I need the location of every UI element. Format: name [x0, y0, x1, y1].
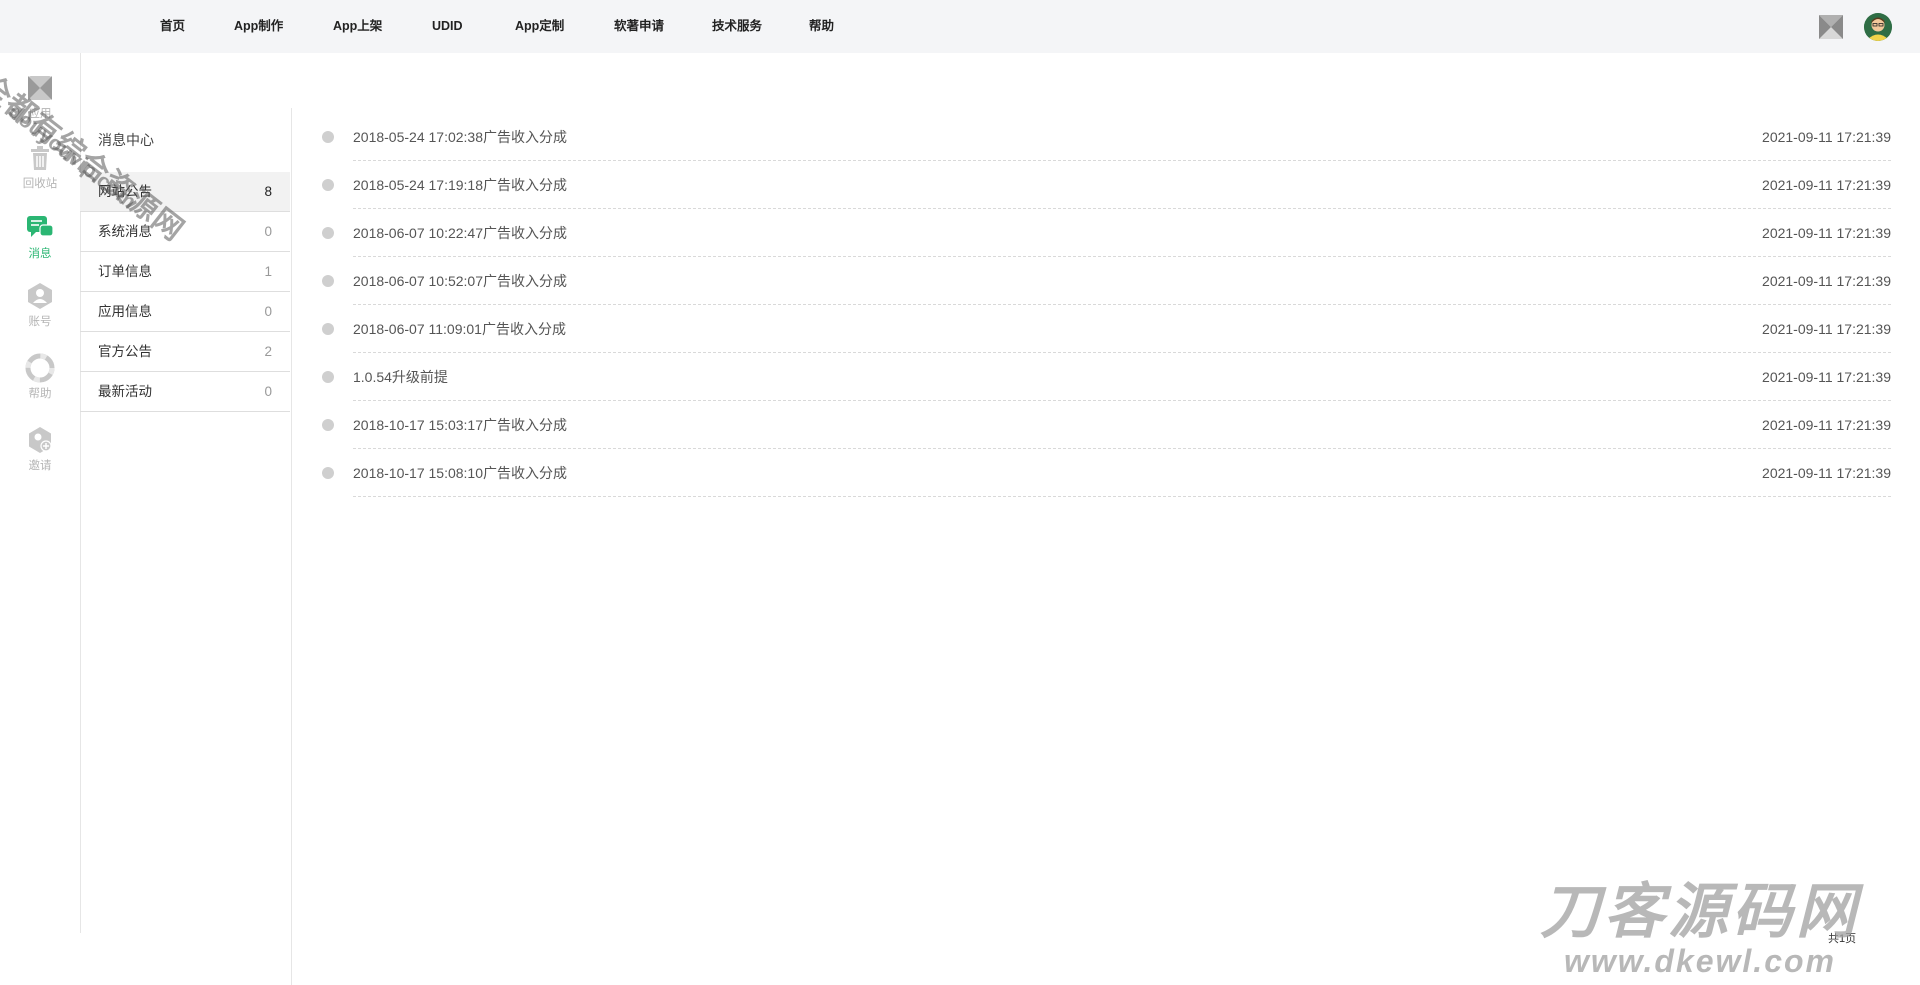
message-title: 2018-06-07 10:52:07广告收入分成 — [353, 273, 567, 289]
nav-app-custom[interactable]: App定制 — [515, 0, 564, 53]
unread-dot-icon — [322, 179, 334, 191]
message-time: 2021-09-11 17:21:39 — [1762, 177, 1891, 193]
unread-dot-icon — [322, 275, 334, 287]
icon-rail: 应用 回收站 消息 账号 帮助 邀请 — [0, 53, 81, 933]
account-icon — [28, 283, 52, 309]
nav-app-make[interactable]: App制作 — [234, 0, 283, 53]
list-item[interactable]: 2018-10-17 15:08:10广告收入分成 2021-09-11 17:… — [313, 449, 1891, 497]
unread-dot-icon — [322, 371, 334, 383]
category-count: 0 — [264, 304, 272, 319]
nav-udid[interactable]: UDID — [432, 0, 463, 53]
rail-label-invite: 邀请 — [28, 460, 52, 472]
rail-label-help: 帮助 — [28, 388, 52, 400]
nav-home[interactable]: 首页 — [160, 0, 185, 53]
nav-help[interactable]: 帮助 — [809, 0, 834, 53]
avatar-icon[interactable] — [1864, 13, 1892, 41]
message-time: 2021-09-11 17:21:39 — [1762, 417, 1891, 433]
nav-copyright[interactable]: 软著申请 — [614, 0, 664, 53]
unread-dot-icon — [322, 419, 334, 431]
message-title: 2018-10-17 15:08:10广告收入分成 — [353, 465, 567, 481]
row-divider — [353, 496, 1891, 497]
rail-item-help[interactable]: 帮助 — [0, 353, 80, 415]
rail-item-invite[interactable]: 邀请 — [0, 425, 80, 487]
category-count: 2 — [264, 344, 272, 359]
unread-dot-icon — [322, 227, 334, 239]
category-count: 0 — [264, 384, 272, 399]
nav-tech-service[interactable]: 技术服务 — [712, 0, 762, 53]
message-title: 2018-05-24 17:02:38广告收入分成 — [353, 129, 567, 145]
nav-app-publish[interactable]: App上架 — [333, 0, 382, 53]
category-label: 官方公告 — [98, 344, 152, 359]
list-item[interactable]: 2018-06-07 11:09:01广告收入分成 2021-09-11 17:… — [313, 305, 1891, 353]
category-label: 订单信息 — [98, 264, 152, 279]
panel-divider — [291, 108, 292, 985]
message-title: 2018-06-07 11:09:01广告收入分成 — [353, 321, 566, 337]
watermark-brand: 刀客源码网 — [1540, 878, 1860, 945]
message-time: 2021-09-11 17:21:39 — [1762, 273, 1891, 289]
list-item[interactable]: 2018-06-07 10:52:07广告收入分成 2021-09-11 17:… — [313, 257, 1891, 305]
message-time: 2021-09-11 17:21:39 — [1762, 321, 1891, 337]
category-latest-activity[interactable]: 最新活动 0 — [80, 372, 290, 412]
message-title: 2018-10-17 15:03:17广告收入分成 — [353, 417, 567, 433]
rail-label-account: 账号 — [28, 316, 52, 328]
help-icon — [25, 353, 55, 383]
message-time: 2021-09-11 17:21:39 — [1762, 369, 1891, 385]
list-item[interactable]: 2018-05-24 17:19:18广告收入分成 2021-09-11 17:… — [313, 161, 1891, 209]
category-label: 最新活动 — [98, 384, 152, 399]
message-title: 2018-05-24 17:19:18广告收入分成 — [353, 177, 567, 193]
unread-dot-icon — [322, 131, 334, 143]
list-item[interactable]: 1.0.54升级前提 2021-09-11 17:21:39 — [313, 353, 1891, 401]
message-time: 2021-09-11 17:21:39 — [1762, 129, 1891, 145]
category-count: 8 — [264, 184, 272, 199]
list-item[interactable]: 2018-05-24 17:02:38广告收入分成 2021-09-11 17:… — [313, 113, 1891, 161]
category-app-info[interactable]: 应用信息 0 — [80, 292, 290, 332]
message-list: 2018-05-24 17:02:38广告收入分成 2021-09-11 17:… — [313, 113, 1891, 497]
watermark-url: www.dkewl.com — [1564, 943, 1836, 979]
list-item[interactable]: 2018-10-17 15:03:17广告收入分成 2021-09-11 17:… — [313, 401, 1891, 449]
message-icon — [27, 216, 54, 237]
category-label: 应用信息 — [98, 304, 152, 319]
invite-icon — [29, 427, 52, 453]
category-official-notice[interactable]: 官方公告 2 — [80, 332, 290, 372]
category-count: 0 — [264, 224, 272, 239]
message-title: 2018-06-07 10:22:47广告收入分成 — [353, 225, 567, 241]
category-count: 1 — [264, 264, 272, 279]
list-item[interactable]: 2018-06-07 10:22:47广告收入分成 2021-09-11 17:… — [313, 209, 1891, 257]
grid-icon[interactable] — [1818, 14, 1844, 40]
watermark-bottom-right: 刀客源码网 www.dkewl.com — [1540, 878, 1860, 979]
top-navigation-bar: 首页 App制作 App上架 UDID App定制 软著申请 技术服务 帮助 — [0, 0, 1920, 53]
message-time: 2021-09-11 17:21:39 — [1762, 465, 1891, 481]
message-title: 1.0.54升级前提 — [353, 369, 448, 385]
rail-label-trash: 回收站 — [22, 178, 58, 190]
rail-item-messages[interactable]: 消息 — [0, 213, 80, 275]
unread-dot-icon — [322, 323, 334, 335]
message-time: 2021-09-11 17:21:39 — [1762, 225, 1891, 241]
unread-dot-icon — [322, 467, 334, 479]
rail-label-messages: 消息 — [28, 248, 52, 260]
rail-item-account[interactable]: 账号 — [0, 281, 80, 343]
category-order-info[interactable]: 订单信息 1 — [80, 252, 290, 292]
